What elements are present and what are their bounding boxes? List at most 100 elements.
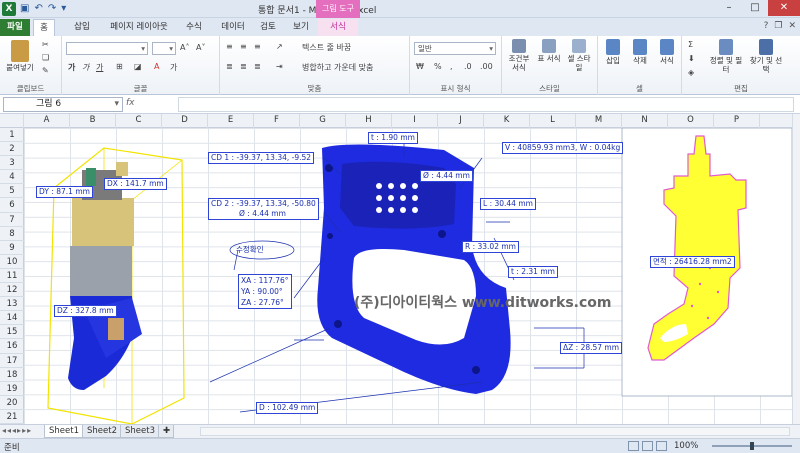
- column-header-e[interactable]: E: [208, 114, 254, 128]
- column-header-h[interactable]: H: [346, 114, 392, 128]
- row-header-3[interactable]: 3: [0, 156, 24, 171]
- restore-icon[interactable]: ❐: [774, 21, 782, 31]
- column-header-b[interactable]: B: [70, 114, 116, 128]
- paste-button[interactable]: 붙여넣기: [3, 40, 37, 72]
- fill-color-icon[interactable]: ◪: [134, 62, 142, 71]
- horizontal-scrollbar[interactable]: [200, 427, 790, 436]
- row-header-12[interactable]: 12: [0, 283, 24, 298]
- tab-page-layout[interactable]: 페이지 레이아웃: [104, 19, 174, 36]
- bold-button[interactable]: 가: [68, 62, 75, 73]
- decrease-decimal-icon[interactable]: .00: [480, 62, 493, 71]
- maximize-icon[interactable]: □: [742, 0, 768, 16]
- indent-icon[interactable]: ⇥: [276, 62, 283, 71]
- column-header-k[interactable]: K: [484, 114, 530, 128]
- insert-function-button[interactable]: fx: [126, 98, 174, 108]
- row-header-4[interactable]: 4: [0, 170, 24, 185]
- format-cells-button[interactable]: 서식: [655, 39, 679, 65]
- align-top-icon[interactable]: ≡: [226, 42, 233, 51]
- tab-review[interactable]: 검토: [253, 19, 283, 36]
- sort-filter-button[interactable]: 정렬 및 필터: [708, 39, 744, 74]
- vertical-scrollbar[interactable]: [792, 114, 800, 424]
- merge-center-button[interactable]: 병합하고 가운데 맞춤: [302, 62, 373, 73]
- align-right-icon[interactable]: ≣: [254, 62, 261, 71]
- italic-button[interactable]: 가: [82, 62, 89, 73]
- row-header-6[interactable]: 6: [0, 198, 24, 213]
- font-name-combo[interactable]: [66, 42, 148, 55]
- wrap-text-button[interactable]: 텍스트 줄 바꿈: [302, 42, 351, 53]
- align-left-icon[interactable]: ≣: [226, 62, 233, 71]
- align-center-icon[interactable]: ≣: [240, 62, 247, 71]
- save-icon[interactable]: ▣: [19, 2, 30, 16]
- delete-cells-button[interactable]: 삭제: [628, 39, 652, 65]
- column-header-n[interactable]: N: [622, 114, 668, 128]
- percent-button[interactable]: %: [434, 62, 442, 71]
- borders-icon[interactable]: ⊞: [116, 62, 123, 71]
- tab-view[interactable]: 보기: [286, 19, 316, 36]
- close-workbook-icon[interactable]: ✕: [788, 21, 796, 31]
- zoom-slider[interactable]: [712, 442, 792, 450]
- minimize-icon[interactable]: –: [716, 0, 742, 16]
- conditional-format-button[interactable]: 조건부 서식: [505, 39, 533, 72]
- page-layout-view-icon[interactable]: [642, 441, 653, 451]
- formula-input[interactable]: [178, 97, 794, 112]
- column-header-l[interactable]: L: [530, 114, 576, 128]
- redo-icon[interactable]: ↷: [47, 2, 57, 16]
- column-header-p[interactable]: P: [714, 114, 760, 128]
- name-box[interactable]: 그림 6: [3, 97, 123, 112]
- page-break-view-icon[interactable]: [656, 441, 667, 451]
- column-header-j[interactable]: J: [438, 114, 484, 128]
- row-header-10[interactable]: 10: [0, 255, 24, 269]
- fill-icon[interactable]: ⬇: [688, 54, 695, 63]
- sheet-tab-1[interactable]: Sheet1: [44, 425, 84, 438]
- shrink-font-icon[interactable]: A˅: [196, 43, 205, 52]
- row-header-11[interactable]: 11: [0, 269, 24, 284]
- zoom-level[interactable]: 100%: [674, 441, 698, 451]
- insert-cells-button[interactable]: 삽입: [601, 39, 625, 65]
- tab-format[interactable]: 서식: [318, 19, 358, 36]
- row-header-13[interactable]: 13: [0, 297, 24, 312]
- row-header-21[interactable]: 21: [0, 410, 24, 424]
- grow-font-icon[interactable]: A˄: [180, 43, 189, 52]
- row-header-8[interactable]: 8: [0, 227, 24, 241]
- phonetic-icon[interactable]: 가: [170, 62, 177, 73]
- currency-icon[interactable]: ₩: [416, 62, 424, 71]
- sheet-tab-3[interactable]: Sheet3: [120, 425, 160, 438]
- tab-data[interactable]: 데이터: [213, 19, 253, 36]
- close-icon[interactable]: ✕: [768, 0, 800, 16]
- select-all-corner[interactable]: [0, 114, 24, 128]
- column-header-d[interactable]: D: [162, 114, 208, 128]
- copy-icon[interactable]: ❏: [42, 53, 49, 62]
- worksheet-grid[interactable]: DY : 87.1 mm DX : 141.7 mm DZ : 327.8 mm…: [24, 128, 794, 424]
- format-as-table-button[interactable]: 표 서식: [535, 39, 563, 63]
- align-middle-icon[interactable]: ≡: [240, 42, 247, 51]
- column-header-a[interactable]: A: [24, 114, 70, 128]
- qat-more-icon[interactable]: ▾: [60, 2, 67, 16]
- row-header-20[interactable]: 20: [0, 396, 24, 410]
- tab-file[interactable]: 파일: [0, 19, 30, 36]
- row-header-1[interactable]: 1: [0, 128, 24, 143]
- row-header-19[interactable]: 19: [0, 382, 24, 396]
- tab-formulas[interactable]: 수식: [178, 19, 210, 36]
- row-header-16[interactable]: 16: [0, 339, 24, 354]
- comma-icon[interactable]: ,: [450, 62, 453, 71]
- excel-logo-icon[interactable]: X: [2, 2, 16, 16]
- align-bottom-icon[interactable]: ≡: [254, 42, 261, 51]
- number-format-combo[interactable]: 일반: [414, 42, 496, 55]
- sheet-nav-icons[interactable]: ◂◂◂▸▸▸: [2, 426, 32, 435]
- tab-insert[interactable]: 삽입: [66, 19, 98, 36]
- row-header-5[interactable]: 5: [0, 184, 24, 199]
- column-header-i[interactable]: I: [392, 114, 438, 128]
- row-header-9[interactable]: 9: [0, 241, 24, 255]
- normal-view-icon[interactable]: [628, 441, 639, 451]
- help-icon[interactable]: ?: [764, 21, 769, 31]
- clear-icon[interactable]: ◈: [688, 68, 694, 77]
- orientation-icon[interactable]: ↗: [276, 42, 283, 51]
- font-size-combo[interactable]: [152, 42, 176, 55]
- cut-icon[interactable]: ✂: [42, 40, 49, 49]
- find-select-button[interactable]: 찾기 및 선택: [748, 39, 784, 74]
- sheet-tab-2[interactable]: Sheet2: [82, 425, 122, 438]
- row-header-17[interactable]: 17: [0, 354, 24, 368]
- tab-home[interactable]: 홈: [33, 19, 55, 36]
- format-painter-icon[interactable]: ✎: [42, 66, 49, 75]
- autosum-icon[interactable]: Σ: [688, 40, 693, 49]
